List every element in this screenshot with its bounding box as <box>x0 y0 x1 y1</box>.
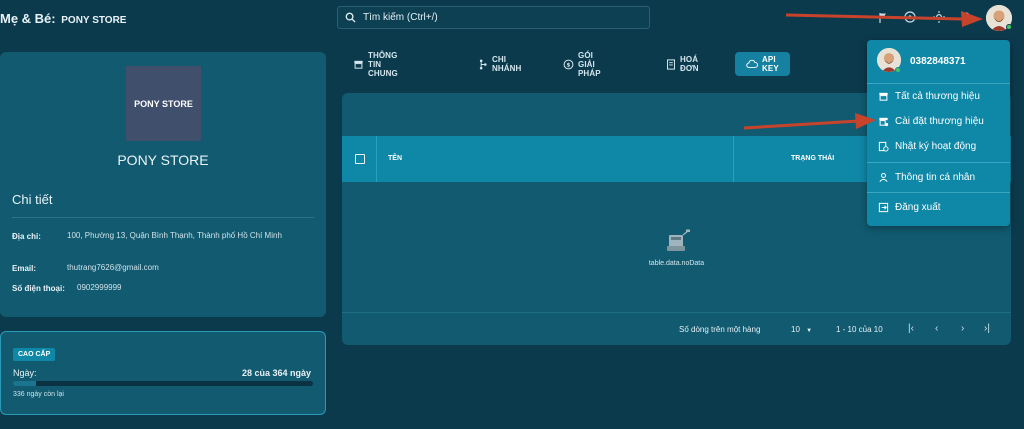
online-status-dot <box>895 67 901 73</box>
menu-divider <box>867 83 1010 84</box>
store-logo: PONY STORE <box>126 66 201 141</box>
branch-icon <box>479 59 487 69</box>
search-input[interactable]: Tìm kiếm (Ctrl+/) <box>337 6 650 29</box>
package-icon: $ <box>563 59 574 69</box>
chevron-down-icon: ▼ <box>806 328 813 334</box>
plan-badge: CAO CẤP <box>13 348 56 361</box>
address-label: Địa chỉ: <box>12 232 41 241</box>
user-dropdown-menu: 0382848371 Tất cả thương hiệu Cài đặt th… <box>867 40 1010 226</box>
menu-user-phone: 0382848371 <box>910 56 966 67</box>
details-heading: Chi tiết <box>12 192 53 207</box>
phone-value: 0902999999 <box>77 283 122 292</box>
column-name-header[interactable]: TÊN <box>388 155 402 162</box>
rows-per-page-value: 10 <box>791 325 800 334</box>
menu-item-all-brands[interactable]: Tất cả thương hiệu <box>878 89 980 103</box>
help-icon[interactable] <box>903 10 917 24</box>
menu-item-label: Cài đặt thương hiệu <box>895 115 984 127</box>
plan-progress-bar <box>13 381 313 386</box>
search-icon <box>345 12 356 23</box>
top-bar: Mẹ & Bé: PONY STORE Tìm kiếm (Ctrl+/) <box>0 0 1024 36</box>
user-icon <box>879 172 888 182</box>
store-icon <box>879 92 888 101</box>
menu-item-activity-log[interactable]: Nhật ký hoạt động <box>878 139 976 153</box>
store-settings-icon <box>879 117 889 126</box>
plan-days-label: Ngày: <box>13 368 37 378</box>
cloud-icon <box>746 59 758 68</box>
first-page-icon[interactable]: |‹ <box>908 323 914 334</box>
store-profile-card: PONY STORE PONY STORE Chi tiết Địa chỉ: … <box>0 52 326 317</box>
activity-log-icon <box>878 141 889 152</box>
email-label: Email: <box>12 264 37 273</box>
tab-invoices[interactable]: HOÁ ĐƠN <box>666 52 699 76</box>
theme-icon[interactable] <box>932 10 946 24</box>
menu-item-label: Đăng xuất <box>895 201 941 213</box>
logout-icon <box>878 202 889 212</box>
tab-label: CHI NHÁNH <box>492 55 522 73</box>
brand-label: Mẹ & Bé: <box>0 11 56 26</box>
tab-general-info[interactable]: THÔNG TIN CHUNG <box>353 50 398 78</box>
notification-icon[interactable] <box>959 10 973 24</box>
svg-text:$: $ <box>567 62 571 68</box>
rows-per-page-select[interactable]: 10 ▼ <box>791 325 812 334</box>
address-value: 100, Phường 13, Quận Bình Thạnh, Thành p… <box>67 231 282 240</box>
column-divider <box>376 136 377 182</box>
store-icon <box>354 60 363 69</box>
tab-label: HOÁ ĐƠN <box>680 55 699 73</box>
store-name: PONY STORE <box>117 152 209 168</box>
search-placeholder: Tìm kiếm (Ctrl+/) <box>363 12 438 23</box>
divider <box>12 217 314 218</box>
invoice-icon <box>667 58 675 70</box>
tab-label: GÓI GIẢI PHÁP <box>578 50 601 78</box>
select-all-checkbox[interactable] <box>355 154 365 164</box>
plan-remaining: 336 ngày còn lại <box>13 391 64 398</box>
tab-label: API KEY <box>762 55 779 73</box>
menu-divider <box>867 192 1010 193</box>
empty-state-text: table.data.noData <box>648 260 705 267</box>
menu-item-brand-settings[interactable]: Cài đặt thương hiệu <box>878 114 984 128</box>
subscription-card: CAO CẤP Ngày: 28 của 364 ngày 336 ngày c… <box>0 331 326 415</box>
brand-title: Mẹ & Bé: PONY STORE <box>0 11 126 26</box>
plan-days-count: 28 của 364 ngày <box>241 368 311 378</box>
plan-progress-fill <box>13 381 37 386</box>
menu-item-profile[interactable]: Thông tin cá nhân <box>878 170 975 184</box>
phone-label: Số điện thoại: <box>12 284 65 293</box>
tab-api-key[interactable]: API KEY <box>735 52 790 76</box>
table-footer-divider <box>342 312 1011 313</box>
last-page-icon[interactable]: ›| <box>984 323 990 334</box>
pagination-range: 1 - 10 của 10 <box>836 325 883 334</box>
empty-state-icon <box>667 229 690 251</box>
column-status-header[interactable]: TRẠNG THÁI <box>791 155 834 162</box>
next-page-icon[interactable]: › <box>961 323 964 334</box>
online-status-dot <box>1006 24 1012 30</box>
menu-item-label: Tất cả thương hiệu <box>895 90 980 102</box>
menu-divider <box>867 162 1010 163</box>
menu-item-label: Nhật ký hoạt động <box>895 140 977 152</box>
flag-icon[interactable] <box>876 11 890 25</box>
brand-store-name: PONY STORE <box>61 15 127 26</box>
email-value: thutrang7626@gmail.com <box>67 263 159 272</box>
rows-per-page-label: Số dòng trên một hàng <box>679 325 761 334</box>
tab-label: THÔNG TIN CHUNG <box>368 50 398 78</box>
store-logo-text: PONY STORE <box>134 98 193 109</box>
tab-branches[interactable]: CHI NHÁNH <box>478 52 521 76</box>
previous-page-icon[interactable]: ‹ <box>935 323 938 334</box>
menu-item-label: Thông tin cá nhân <box>895 171 976 183</box>
menu-item-logout[interactable]: Đăng xuất <box>878 200 941 214</box>
tab-packages[interactable]: $ GÓI GIẢI PHÁP <box>563 50 601 78</box>
column-divider <box>733 136 734 182</box>
